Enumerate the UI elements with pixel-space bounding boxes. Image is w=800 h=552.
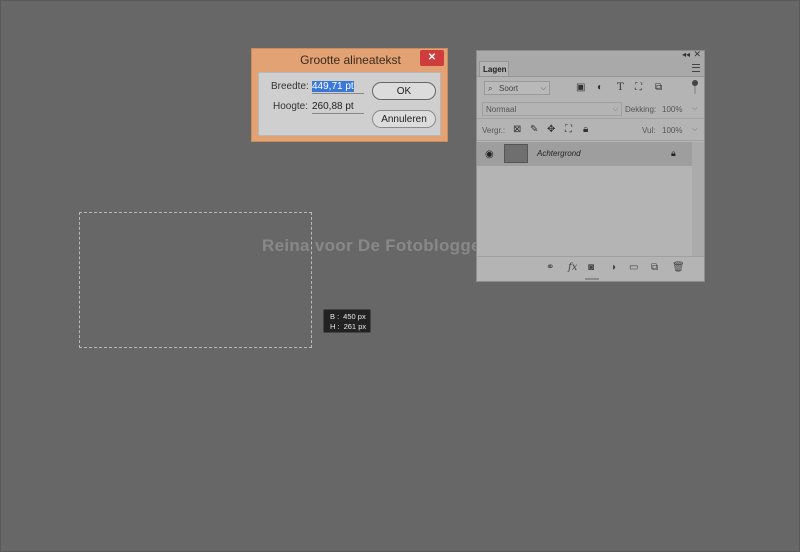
smart-object-filter-icon[interactable]: ⧉: [655, 82, 662, 93]
blend-mode-value: Normaal: [486, 105, 517, 114]
fx-icon[interactable]: fx: [568, 262, 577, 273]
size-width-label: B :: [330, 312, 340, 321]
fill-chevron-icon[interactable]: ⌵: [692, 126, 697, 134]
cancel-button[interactable]: Annuleren: [372, 110, 436, 128]
layers-panel: ◂◂ ✕ Lagen ⌕ Soort ⌵ ▣ ◐ T ⛶ ⧉ Normaal ⌵…: [476, 49, 705, 282]
opacity-input[interactable]: 100%: [662, 105, 682, 114]
size-height-label: H :: [330, 322, 340, 331]
trash-icon[interactable]: 🗑︎: [672, 262, 685, 273]
width-value: 449,71 pt: [312, 81, 354, 92]
lock-label: Vergr.:: [482, 126, 506, 135]
height-input[interactable]: 260,88 pt: [312, 101, 364, 114]
opacity-chevron-icon[interactable]: ⌵: [692, 105, 697, 113]
tab-layers[interactable]: Lagen: [479, 61, 509, 76]
lock-paint-icon[interactable]: ✎: [530, 124, 538, 135]
shape-filter-icon[interactable]: ⛶: [635, 82, 642, 93]
lock-all-icon[interactable]: 🔒︎: [583, 124, 588, 135]
collapse-icon[interactable]: ◂◂: [682, 50, 690, 59]
width-label: Breedte:: [271, 81, 309, 92]
lock-transparency-icon[interactable]: ⊠: [513, 124, 521, 135]
height-label: Hoogte:: [273, 101, 309, 112]
watermark-text: Reina voor De Fotoblogger: [262, 236, 488, 255]
adjustment-icon[interactable]: ◑: [610, 262, 616, 273]
ok-button[interactable]: OK: [372, 82, 436, 100]
panel-resize-handle[interactable]: [585, 278, 599, 280]
folder-icon[interactable]: ▭: [629, 262, 638, 273]
adjustment-filter-icon[interactable]: ◐: [597, 82, 603, 93]
chevron-down-icon: ⌵: [540, 85, 546, 92]
close-icon: ✕: [427, 52, 437, 63]
opacity-label: Dekking:: [625, 105, 657, 114]
paragraph-text-size-dialog: Grootte alineatekst ✕ Breedte: 449,71 pt…: [251, 48, 448, 142]
dialog-body: Breedte: 449,71 pt Hoogte: 260,88 pt OK …: [258, 72, 441, 136]
panel-tab-bar: Lagen: [477, 60, 704, 77]
filter-toggle[interactable]: [692, 80, 698, 86]
layer-name: Achtergrond: [537, 149, 581, 158]
dialog-close-button[interactable]: ✕: [420, 50, 444, 66]
image-filter-icon[interactable]: ▣: [576, 82, 585, 93]
size-width-value: 450 px: [343, 312, 366, 321]
layer-row-background[interactable]: ◉ Achtergrond 🔒︎: [477, 142, 692, 166]
layer-filter-select[interactable]: ⌕ Soort ⌵: [484, 81, 550, 95]
width-input[interactable]: 449,71 pt: [312, 81, 364, 94]
eye-icon[interactable]: ◉: [485, 149, 494, 160]
fill-label: Vul:: [642, 126, 656, 135]
filter-kind-label: Soort: [499, 84, 519, 93]
height-value: 260,88 pt: [312, 101, 354, 112]
size-height-value: 261 px: [343, 322, 367, 331]
link-icon[interactable]: ⚭: [546, 262, 554, 273]
lock-artboard-icon[interactable]: ⛶: [565, 124, 572, 135]
layer-lock-icon: 🔒︎: [671, 148, 676, 158]
layers-scrollbar[interactable]: [692, 142, 704, 260]
mask-icon[interactable]: ◙: [588, 262, 594, 273]
type-filter-icon[interactable]: T: [617, 82, 624, 93]
marquee-selection[interactable]: [79, 212, 312, 348]
chevron-down-icon: ⌵: [612, 106, 618, 113]
panel-title-bar[interactable]: ◂◂ ✕: [477, 49, 704, 60]
divider: [477, 140, 704, 141]
lock-position-icon[interactable]: ✥: [547, 124, 555, 135]
size-tooltip: B : 450 px H : 261 px: [323, 309, 371, 333]
layer-thumbnail: [504, 144, 528, 163]
panel-close-icon[interactable]: ✕: [693, 49, 701, 60]
search-icon: ⌕: [488, 84, 493, 93]
fill-input[interactable]: 100%: [662, 126, 682, 135]
new-layer-icon[interactable]: ⧉: [651, 262, 658, 273]
divider: [477, 118, 704, 119]
blend-mode-select[interactable]: Normaal ⌵: [482, 102, 622, 116]
panel-menu-icon[interactable]: [692, 64, 700, 72]
